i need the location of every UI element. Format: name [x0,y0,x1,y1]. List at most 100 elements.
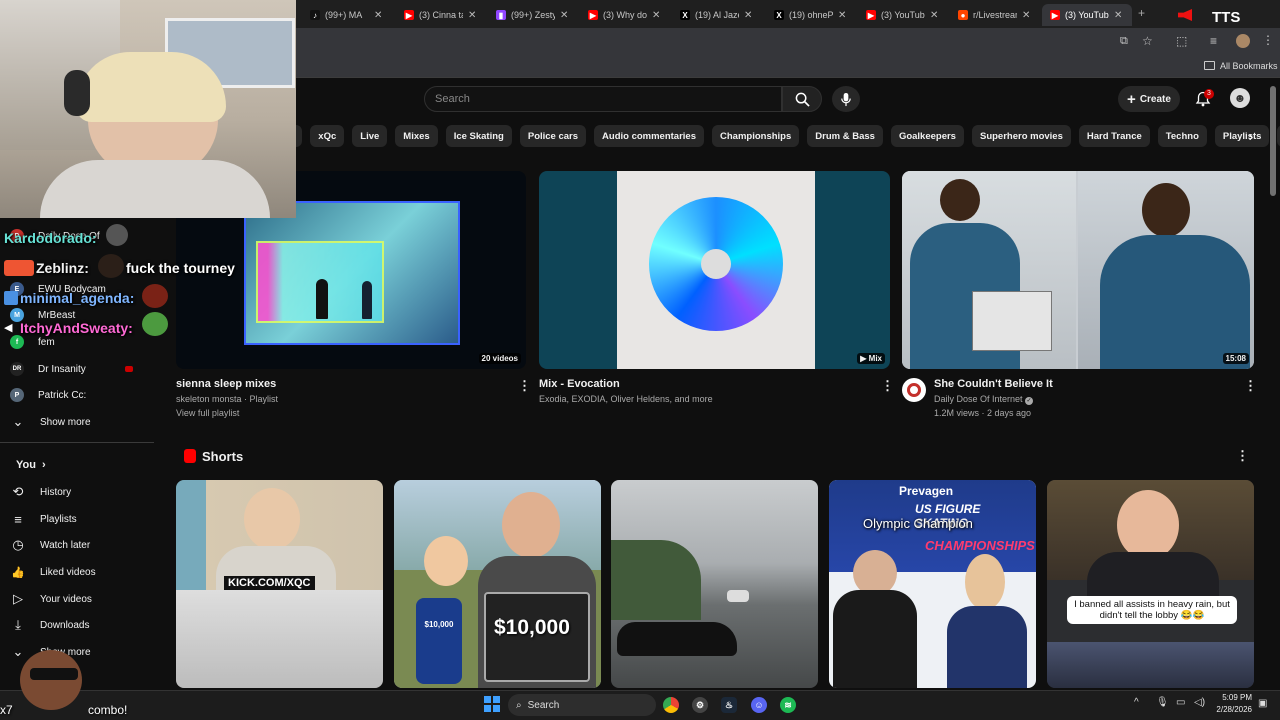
notification-center-icon[interactable]: ▣ [1258,698,1267,709]
chevron-right-icon[interactable]: › [1242,127,1260,145]
chip-drum-and-bass[interactable]: Drum & Bass [807,125,883,147]
media-icon[interactable]: ≡ [1210,34,1217,48]
close-tab-icon[interactable]: ✕ [1114,10,1122,21]
account-avatar[interactable]: ☻ [1230,88,1250,108]
sidebar-sub-dr-insanity[interactable]: DR Dr Insanity [10,358,160,380]
app-icon[interactable]: ⚙ [692,697,708,713]
close-tab-icon[interactable]: ✕ [838,10,846,21]
close-tab-icon[interactable]: ✕ [1022,10,1030,21]
network-icon[interactable]: ▭ [1176,697,1185,708]
channel-name[interactable]: Daily Dose Of Internet ✓ [934,394,1034,405]
x-icon: X [680,10,690,20]
browser-tab-active[interactable]: ▶ (3) YouTube ✕ [1042,4,1132,26]
sidebar-label: History [40,486,72,498]
close-tab-icon[interactable]: ✕ [744,10,752,21]
chrome-icon[interactable] [663,697,679,713]
chip-live[interactable]: Live [352,125,388,147]
spotify-icon[interactable]: ≋ [780,697,796,713]
search-icon [795,92,810,107]
sidebar-item-watch-later[interactable]: ◷ Watch later [10,534,160,556]
create-button[interactable]: + Create [1118,86,1180,112]
browser-tab-8[interactable]: ● r/Livestream ✕ [950,4,1042,26]
browser-tab-7[interactable]: ▶ (3) YouTube ✕ [858,4,950,26]
video-menu-icon[interactable]: ⋮ [881,378,894,394]
voice-search-button[interactable] [832,86,860,112]
chip-championships[interactable]: Championships [712,125,800,147]
browser-tab-1[interactable]: ♪ (99+) MA ✕ [302,4,396,26]
search-button[interactable] [782,86,822,112]
all-bookmarks-link[interactable]: All Bookmarks [1220,61,1278,71]
sidebar-item-history[interactable]: ⟲ History [10,481,160,503]
new-tab-icon[interactable]: + [1138,6,1145,20]
chip-mixes[interactable]: Mixes [395,125,438,147]
browser-tab-4[interactable]: ▶ (3) Why doe ✕ [580,4,670,26]
channel-avatar[interactable] [902,378,926,402]
close-tab-icon[interactable]: ✕ [468,10,476,21]
chip-hard-trance[interactable]: Hard Trance [1078,125,1150,147]
view-full-playlist-link[interactable]: View full playlist [176,408,239,418]
steam-icon[interactable]: ♨ [721,697,737,713]
short-lower-frame [176,590,383,688]
browser-tab-5[interactable]: X (19) Al Jazee ✕ [672,4,764,26]
close-tab-icon[interactable]: ✕ [374,10,382,21]
chip-techno[interactable]: Techno [1157,125,1207,147]
discord-icon[interactable]: ☺ [751,697,767,713]
profile-avatar-icon[interactable] [1236,34,1250,48]
video-menu-icon[interactable]: ⋮ [518,378,531,394]
clock-date[interactable]: 2/28/2026 [1210,705,1252,714]
close-tab-icon[interactable]: ✕ [930,10,938,21]
chip-audio-commentaries[interactable]: Audio commentaries [594,125,704,147]
browser-tab-3[interactable]: ▮ (99+) Zesty ✕ [488,4,578,26]
bookmark-star-icon[interactable]: ☆ [1142,34,1153,48]
windows-start-icon[interactable] [484,696,500,712]
microphone-icon[interactable]: 🎙 [1156,697,1169,708]
person-body [947,606,1027,688]
short-4[interactable]: Prevagen US FIGURE SKATING CHAMPIONSHIPS… [829,480,1036,688]
taskbar-search[interactable]: ⌕ Search [508,694,656,716]
short-1[interactable]: KICK.COM/XQC [176,480,383,688]
video-menu-icon[interactable]: ⋮ [1244,378,1257,394]
shorts-menu-icon[interactable]: ⋮ [1236,448,1249,464]
menu-kebab-icon[interactable]: ⋮ [1262,33,1274,47]
sidebar-item-your-videos[interactable]: ▷ Your videos [10,588,160,610]
sidebar-show-more[interactable]: ⌄ Show more [10,411,160,433]
banner-text: CHAMPIONSHIPS [925,538,1035,553]
webcam-overlay [0,0,296,218]
chip-superhero-movies[interactable]: Superhero movies [971,125,1071,147]
video-title[interactable]: Mix - Evocation [539,378,620,390]
chip-ice-skating[interactable]: Ice Skating [445,125,512,147]
page-scrollbar[interactable] [1270,86,1276,196]
clock-time[interactable]: 5:09 PM [1216,693,1252,702]
watch-later-icon: ◷ [12,537,24,552]
volume-icon[interactable]: ◁) [1194,697,1205,708]
chip-xqc[interactable]: xQc [310,125,345,147]
sidebar-item-liked-videos[interactable]: 👍 Liked videos [10,561,160,583]
mute-badge-icon: ◀ [4,322,13,334]
chat-badge-icon [4,260,34,276]
short-2[interactable]: $10,000 $10,000 [394,480,601,688]
short-5[interactable]: I banned all assists in heavy rain, but … [1047,480,1254,688]
video-meta[interactable]: skeleton monsta · Playlist [176,394,278,404]
sidebar-you-header[interactable]: You › [16,454,166,476]
video-thumbnail-evocation[interactable]: ▶ Mix [539,171,890,369]
browser-tab-6[interactable]: X (19) ohnePix ✕ [766,4,856,26]
search-input[interactable]: Search [424,86,782,112]
video-title[interactable]: She Couldn't Believe It [934,378,1053,390]
chip-goalkeepers[interactable]: Goalkeepers [890,125,964,147]
sidebar-sub-patrick[interactable]: P Patrick Cc: [10,384,160,406]
sidebar-item-playlists[interactable]: ≡ Playlists [10,508,160,530]
sidebar-item-downloads[interactable]: ⤓ Downloads [10,614,160,636]
chip-police-cars[interactable]: Police cars [519,125,587,147]
person-head [244,488,300,550]
short-3[interactable] [611,480,818,688]
close-tab-icon[interactable]: ✕ [560,10,568,21]
tray-chevron-icon[interactable]: ^ [1134,697,1139,708]
close-tab-icon[interactable]: ✕ [652,10,660,21]
video-thumbnail-she-couldnt[interactable]: 15:08 [902,171,1254,369]
video-meta[interactable]: Exodia, EXODIA, Oliver Heldens, and more [539,394,713,404]
sub-label: Dr Insanity [38,363,86,375]
extensions-icon[interactable]: ⬚ [1176,34,1187,48]
video-title[interactable]: sienna sleep mixes [176,378,276,390]
browser-tab-2[interactable]: ▶ (3) Cinna tal ✕ [396,4,486,26]
cast-icon[interactable]: ⧉ [1120,35,1128,48]
